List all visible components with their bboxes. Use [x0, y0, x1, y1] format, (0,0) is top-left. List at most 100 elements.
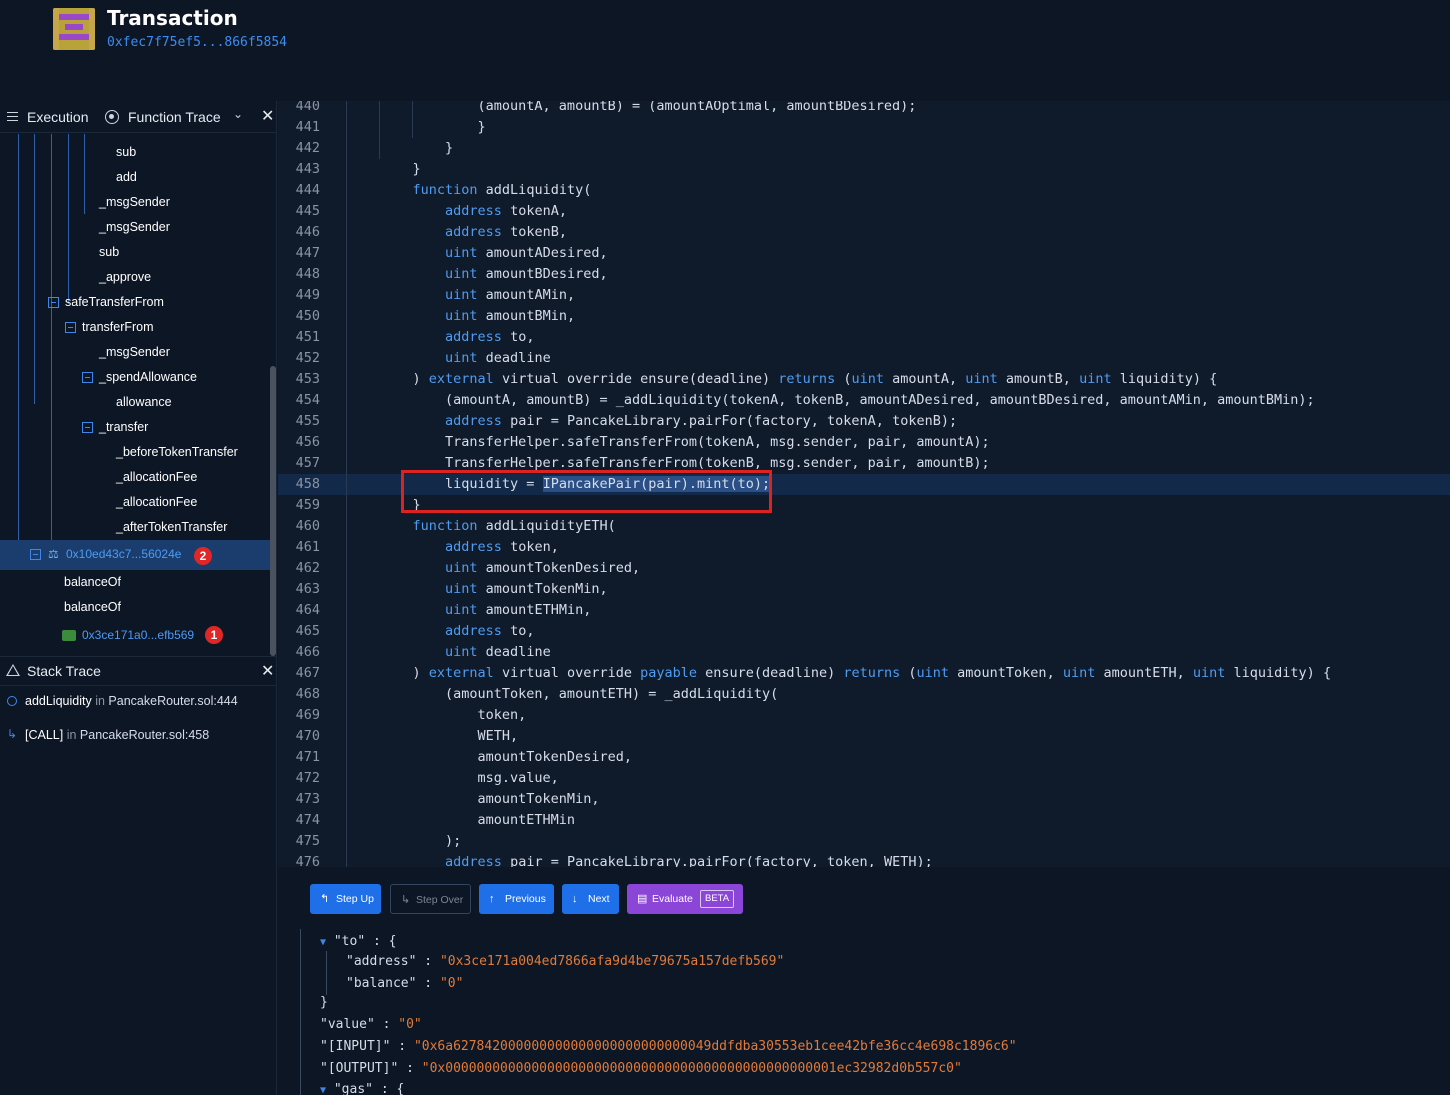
line-number: 471	[295, 749, 320, 765]
highlight-box	[401, 470, 772, 513]
code-line[interactable]: 450 uint amountBMin,	[278, 306, 1450, 327]
code-line[interactable]: 446 address tokenB,	[278, 222, 1450, 243]
code-line[interactable]: 475 );	[278, 831, 1450, 852]
code-line[interactable]: 467 ) external virtual override payable …	[278, 663, 1450, 684]
code-line[interactable]: 462 uint amountTokenDesired,	[278, 558, 1450, 579]
trace-scrollbar[interactable]	[270, 366, 276, 656]
code-text: ) external virtual override ensure(deadl…	[380, 371, 1218, 387]
trace-node-label: sub	[116, 145, 137, 159]
line-number: 442	[295, 140, 320, 156]
trace-node-label: add	[116, 170, 137, 184]
transaction-hash[interactable]: 0xfec7f75ef5...866f5854	[107, 35, 287, 50]
code-line[interactable]: 441 }	[278, 117, 1450, 138]
close-icon[interactable]: ✕	[261, 106, 274, 126]
line-number: 459	[295, 497, 320, 513]
code-line[interactable]: 473 amountTokenMin,	[278, 789, 1450, 810]
code-line[interactable]: 453 ) external virtual override ensure(d…	[278, 369, 1450, 390]
step-up-button[interactable]: ↰ Step Up	[310, 884, 381, 914]
code-line[interactable]: 460 function addLiquidityETH(	[278, 516, 1450, 537]
step-over-button[interactable]: ↳ Step Over	[390, 884, 471, 914]
code-text: address tokenB,	[445, 224, 567, 240]
execution-tab[interactable]: Execution	[27, 109, 88, 125]
line-number: 441	[295, 119, 320, 135]
execution-toolbar: Execution Function Trace ⌄ ✕	[0, 101, 277, 133]
code-line[interactable]: 455 address pair = PancakeLibrary.pairFo…	[278, 411, 1450, 432]
json-brace: }	[320, 995, 328, 1010]
stack-trace-title: Stack Trace	[27, 663, 101, 679]
code-line[interactable]: 474 amountETHMin	[278, 810, 1450, 831]
json-gas-row[interactable]: ▼ "gas" : {	[320, 1079, 404, 1095]
stack-in: in	[66, 728, 77, 742]
code-text: address pair = PancakeLibrary.pairFor(fa…	[445, 854, 933, 867]
code-line[interactable]: 440 (amountA, amountB) = (amountAOptimal…	[278, 101, 1450, 117]
code-line[interactable]: 445 address tokenA,	[278, 201, 1450, 222]
function-trace-dropdown[interactable]: Function Trace	[128, 109, 221, 125]
code-line[interactable]: 452 uint deadline	[278, 348, 1450, 369]
code-line[interactable]: 448 uint amountBDesired,	[278, 264, 1450, 285]
json-output: ▼ "to" : { "address" : "0x3ce171a004ed78…	[278, 929, 1450, 1095]
collapse-box-icon[interactable]	[48, 297, 59, 308]
code-line[interactable]: 476 address pair = PancakeLibrary.pairFo…	[278, 852, 1450, 867]
transaction-avatar	[53, 8, 95, 50]
chevron-down-icon[interactable]: ⌄	[233, 107, 243, 121]
debugger-controls: ↰ Step Up ↳ Step Over ↑ Previous ↓ Next …	[278, 867, 1450, 929]
line-number: 472	[295, 770, 320, 786]
step-badge: 2	[194, 547, 212, 565]
step-badge: 1	[205, 626, 223, 644]
code-line[interactable]: 456 TransferHelper.safeTransferFrom(toke…	[278, 432, 1450, 453]
collapse-icon[interactable]: ▼	[320, 1085, 326, 1095]
code-line[interactable]: 442 }	[278, 138, 1450, 159]
code-line[interactable]: 466 uint deadline	[278, 642, 1450, 663]
code-line[interactable]: 461 address token,	[278, 537, 1450, 558]
code-text: (amountToken, amountETH) = _addLiquidity…	[380, 686, 779, 702]
stack-fn: [CALL]	[25, 728, 64, 742]
code-line[interactable]: 469 token,	[278, 705, 1450, 726]
code-text: address tokenA,	[445, 203, 567, 219]
line-number: 445	[295, 203, 320, 219]
code-text: function addLiquidity(	[412, 182, 592, 198]
function-trace-tree: sub add _msgSender _msgSender sub _approve saf…	[0, 134, 270, 656]
collapse-box-icon[interactable]	[82, 422, 93, 433]
code-line[interactable]: 443 }	[278, 159, 1450, 180]
menu-icon[interactable]	[7, 112, 18, 121]
json-row: "address" : "0x3ce171a004ed7866afa9d4be7…	[346, 954, 785, 969]
line-number: 448	[295, 266, 320, 282]
code-text: address to,	[445, 329, 535, 345]
code-line[interactable]: 471 amountTokenDesired,	[278, 747, 1450, 768]
collapse-box-icon[interactable]	[82, 372, 93, 383]
json-row: "[INPUT]" : "0x6a62784200000000000000000…	[320, 1039, 1017, 1054]
next-button[interactable]: ↓ Next	[562, 884, 619, 914]
code-line[interactable]: 449 uint amountAMin,	[278, 285, 1450, 306]
collapse-box-icon[interactable]	[65, 322, 76, 333]
line-number: 473	[295, 791, 320, 807]
collapse-icon[interactable]: ▼	[320, 937, 326, 948]
code-line[interactable]: 465 address to,	[278, 621, 1450, 642]
code-text: WETH,	[380, 728, 519, 744]
trace-node-label: _allocationFee	[116, 495, 198, 509]
code-line[interactable]: 463 uint amountTokenMin,	[278, 579, 1450, 600]
trace-node-label: _msgSender	[99, 220, 170, 234]
code-line[interactable]: 472 msg.value,	[278, 768, 1450, 789]
trace-node-label: 0x3ce171a0...efb569	[82, 628, 195, 642]
code-line[interactable]: 447 uint amountADesired,	[278, 243, 1450, 264]
json-to-row[interactable]: ▼ "to" : {	[320, 931, 396, 953]
code-text: uint amountADesired,	[445, 245, 608, 261]
code-line[interactable]: 454 (amountA, amountB) = _addLiquidity(t…	[278, 390, 1450, 411]
code-line[interactable]: 444 function addLiquidity(	[278, 180, 1450, 201]
code-line[interactable]: 464 uint amountETHMin,	[278, 600, 1450, 621]
evaluate-button[interactable]: ▤ Evaluate BETA	[627, 884, 743, 914]
code-line[interactable]: 468 (amountToken, amountETH) = _addLiqui…	[278, 684, 1450, 705]
collapse-box-icon[interactable]	[30, 549, 41, 560]
code-line[interactable]: 451 address to,	[278, 327, 1450, 348]
trace-node-label: _afterTokenTransfer	[116, 520, 228, 534]
code-text: uint amountETHMin,	[445, 602, 592, 618]
close-icon[interactable]: ✕	[261, 661, 274, 681]
previous-button[interactable]: ↑ Previous	[479, 884, 554, 914]
line-number: 446	[295, 224, 320, 240]
trace-node-label: balanceOf	[64, 600, 121, 614]
code-text: uint amountTokenDesired,	[445, 560, 641, 576]
app-root: Transaction 0xfec7f75ef5...866f5854 Exec…	[0, 0, 1450, 1095]
code-line[interactable]: 470 WETH,	[278, 726, 1450, 747]
code-text: uint amountBMin,	[445, 308, 576, 324]
code-text: address to,	[445, 623, 535, 639]
